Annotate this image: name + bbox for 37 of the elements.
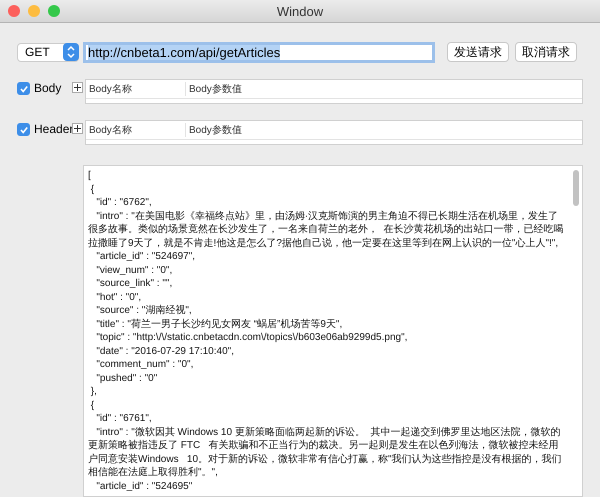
response-line: "date" : "2016-07-29 17:10:40", — [95, 344, 235, 358]
response-line: "title" : "荷兰一男子长沙约见女网友 “蜗居”机场苦等9天", — [95, 318, 344, 331]
url-field[interactable]: http://cnbeta1.com/api/getArticles — [83, 42, 435, 62]
zoom-icon[interactable] — [48, 5, 60, 17]
response-line: [ — [88, 169, 92, 182]
column-header: Body参数值 — [188, 82, 242, 96]
close-icon[interactable] — [8, 5, 20, 17]
response-line: "source_link" : "", — [95, 277, 174, 290]
response-line: "source" : "湖南经视", — [95, 304, 193, 318]
response-line: "article_id" : "524695" — [95, 480, 194, 493]
response-line: "id" : "6762", — [95, 196, 153, 210]
window-title: Window — [276, 4, 324, 18]
response-line: "comment_num" : "0", — [95, 358, 194, 372]
response-line: "article_id" : "524697", — [95, 250, 196, 264]
response-line: "id" : "6761", — [95, 412, 153, 426]
response-line: }, — [90, 385, 98, 398]
stepper-icon — [63, 43, 79, 61]
request-button[interactable]: 取消请求 — [515, 42, 577, 62]
response-line: { — [90, 182, 96, 196]
add-icon[interactable] — [72, 82, 83, 93]
response-line: { — [90, 398, 96, 412]
request-button[interactable]: 发送请求 — [447, 42, 509, 62]
column-header: Body名称 — [86, 123, 186, 137]
response-line: "view_num" : "0", — [95, 264, 174, 277]
response-line: "pushed" : "0" — [95, 372, 158, 385]
method-select[interactable]: GET — [17, 42, 79, 62]
response-line: "hot" : "0", — [95, 290, 142, 304]
checkbox[interactable] — [17, 123, 30, 136]
response-line: "intro" : "在美国电影《幸福终点站》里，由汤姆·汉克斯饰演的男主角迫不得已长期生活在机场里，发生了很多故事。类似的场景竟然在长沙发生了，一名来自荷兰的老外， 在长沙黄花机场的出站口一带，已经吃喝拉撒睡了9天了，就是不肯走!他这是怎么了?据他自己说，他一定要在这里等到在网上认识的一位"心上人"!", — [88, 210, 565, 250]
add-icon[interactable] — [72, 123, 83, 134]
column-header: Body参数值 — [188, 124, 242, 137]
response-line: "intro" : "微软因其 Windows 10 更新策略面临两起新的诉讼。 其中一起递交到佛罗里达地区法院，微软的更新策略被指违反了 FTC 有关欺骗和不正当行为的裁决。另一起则是发生在以色列海法，微软被控未经用户同意安装Windows 10。对于新的诉讼，微软非常有信心打赢，称"我们认为这些指控是没有根据的，我们相信能在法庭上取得胜利"。", — [88, 426, 563, 480]
checkbox[interactable] — [17, 82, 30, 95]
response-line: "topic" : "http:\/\/static.cnbetacdn.com\/topics\/b603e06ab9299d5.png", — [95, 331, 408, 344]
section-label: Header — [34, 122, 70, 136]
column-header: Body名称 — [86, 82, 186, 96]
section-label: Body — [34, 81, 62, 95]
